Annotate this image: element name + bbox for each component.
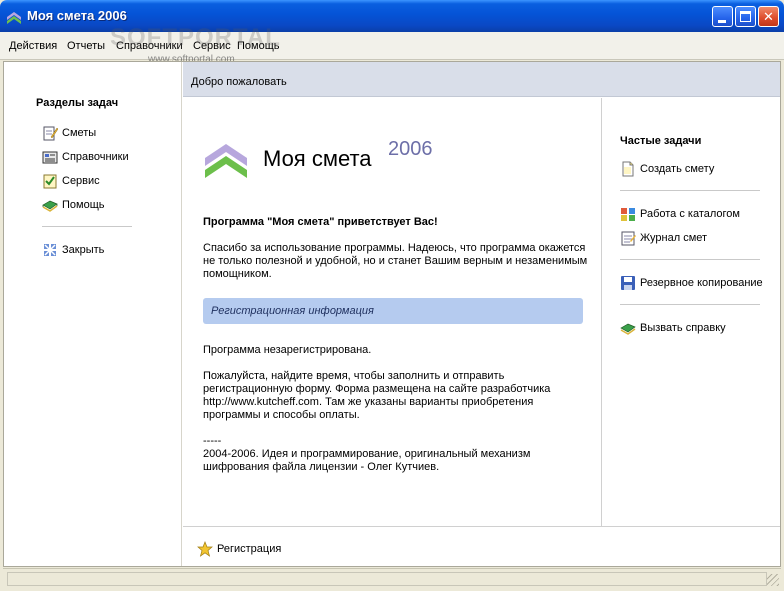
close-label: Закрыть bbox=[62, 244, 105, 256]
new-document-icon bbox=[622, 161, 634, 177]
sidebar-item-label: Сервис bbox=[62, 175, 100, 187]
frequent-tasks-heading: Частые задачи bbox=[620, 135, 702, 147]
greeting-heading: Программа "Моя смета" приветствует Вас! bbox=[203, 216, 438, 228]
close-grid-icon bbox=[44, 244, 56, 256]
maximize-button[interactable] bbox=[735, 6, 756, 27]
title-bar[interactable]: Моя смета 2006 ✕ bbox=[0, 0, 784, 32]
intro-text: Спасибо за использование программы. Наде… bbox=[203, 242, 588, 280]
registration-instructions: Пожалуйста, найдите время, чтобы заполни… bbox=[203, 370, 551, 421]
tasks-divider bbox=[620, 304, 760, 305]
catalog-link[interactable]: Работа с каталогом bbox=[620, 205, 740, 223]
sidebar-item-help[interactable]: Помощь bbox=[42, 196, 105, 214]
window-title: Моя смета 2006 bbox=[27, 8, 127, 23]
registration-info-header: Регистрационная информация bbox=[203, 298, 583, 324]
help-label: Вызвать справку bbox=[640, 322, 726, 334]
journal-label: Журнал смет bbox=[640, 232, 708, 244]
floppy-disk-icon bbox=[621, 276, 635, 290]
task-sections-heading: Разделы задач bbox=[36, 97, 119, 109]
task-sections-panel: Разделы задач Сметы Справочники Сервис П… bbox=[4, 62, 182, 566]
registration-status: Программа незарегистрирована. bbox=[203, 344, 372, 356]
catalog-icon bbox=[42, 151, 58, 164]
registration-label: Регистрация bbox=[217, 543, 282, 555]
catalog-blocks-icon bbox=[621, 208, 635, 221]
help-book-icon bbox=[620, 323, 636, 335]
menu-reports[interactable]: Отчеты bbox=[67, 40, 105, 52]
minimize-icon bbox=[718, 20, 726, 23]
catalog-label: Работа с каталогом bbox=[640, 208, 740, 220]
minimize-button[interactable] bbox=[712, 6, 733, 27]
logo-name: Моя смета bbox=[263, 146, 372, 171]
sidebar-item-label: Справочники bbox=[62, 151, 129, 163]
tasks-divider bbox=[620, 259, 760, 260]
welcome-title: Добро пожаловать bbox=[191, 76, 287, 88]
welcome-area: Добро пожаловать Моя смета 2006 Программ… bbox=[183, 62, 780, 566]
close-window-button[interactable]: ✕ bbox=[758, 6, 779, 27]
sidebar-divider bbox=[42, 226, 132, 227]
create-estimate-label: Создать смету bbox=[640, 163, 715, 175]
sidebar-item-label: Помощь bbox=[62, 199, 105, 211]
menu-bar: Действия Отчеты Справочники Сервис Помощ… bbox=[0, 32, 784, 60]
registration-link[interactable]: Регистрация bbox=[197, 540, 281, 558]
menu-service[interactable]: Сервис bbox=[193, 40, 231, 52]
close-button[interactable]: Закрыть bbox=[42, 241, 104, 259]
sidebar-item-references[interactable]: Справочники bbox=[42, 148, 129, 166]
backup-label: Резервное копирование bbox=[640, 277, 763, 289]
credits-separator: ----- bbox=[203, 435, 222, 447]
status-bar bbox=[3, 568, 781, 588]
close-icon: ✕ bbox=[763, 9, 774, 24]
main-frame: Разделы задач Сметы Справочники Сервис П… bbox=[3, 61, 781, 567]
create-estimate-link[interactable]: Создать смету bbox=[620, 160, 714, 178]
sidebar-item-label: Сметы bbox=[62, 127, 97, 139]
sidebar-item-estimates[interactable]: Сметы bbox=[42, 124, 96, 142]
notepad-pencil-icon bbox=[43, 126, 58, 141]
app-logo-icon bbox=[7, 12, 21, 24]
star-icon bbox=[197, 541, 213, 557]
menu-references[interactable]: Справочники bbox=[116, 40, 183, 52]
help-book-icon bbox=[42, 200, 58, 212]
registration-info-title: Регистрационная информация bbox=[211, 305, 374, 317]
credits-text: 2004-2006. Идея и программирование, ориг… bbox=[203, 448, 531, 473]
frequent-tasks-panel: Частые задачи Создать смету Работа с кат… bbox=[602, 98, 780, 526]
status-field bbox=[7, 572, 767, 586]
welcome-header: Добро пожаловать bbox=[183, 62, 780, 97]
logo-year: 2006 bbox=[388, 138, 433, 160]
app-logo-mark-icon bbox=[205, 144, 247, 178]
resize-grip-icon[interactable] bbox=[767, 574, 779, 586]
menu-help[interactable]: Помощь bbox=[237, 40, 280, 52]
backup-link[interactable]: Резервное копирование bbox=[620, 274, 763, 292]
checklist-icon bbox=[43, 174, 57, 189]
menu-actions[interactable]: Действия bbox=[9, 40, 57, 52]
sidebar-item-service[interactable]: Сервис bbox=[42, 172, 100, 190]
welcome-content: Моя смета 2006 Программа "Моя смета" при… bbox=[183, 98, 601, 526]
bottom-bar: Регистрация bbox=[183, 526, 780, 566]
maximize-icon bbox=[740, 11, 751, 22]
journal-icon bbox=[621, 231, 636, 246]
tasks-divider bbox=[620, 190, 760, 191]
help-link[interactable]: Вызвать справку bbox=[620, 319, 726, 337]
journal-link[interactable]: Журнал смет bbox=[620, 229, 707, 247]
